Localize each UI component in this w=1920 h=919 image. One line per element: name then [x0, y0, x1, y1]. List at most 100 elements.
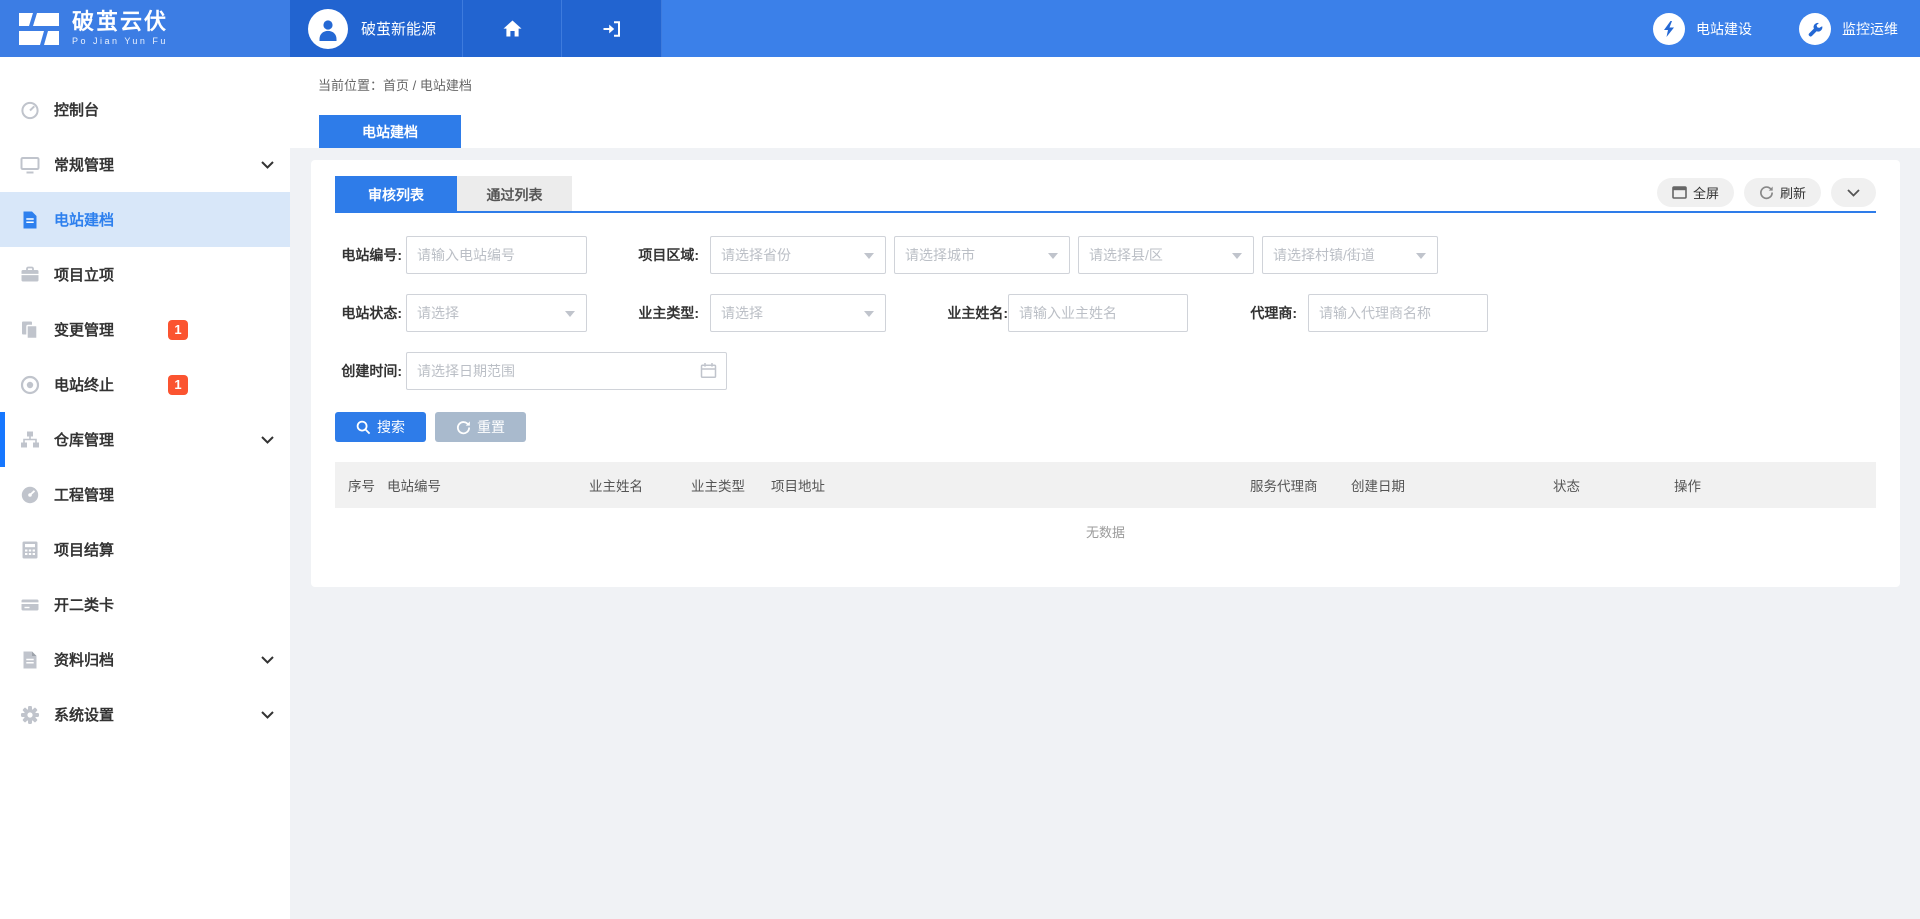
sidebar-item-station-terminate[interactable]: 电站终止 1	[0, 357, 290, 412]
copy-icon	[20, 319, 41, 340]
collapse-button[interactable]	[1831, 178, 1876, 207]
col-index: 序号	[335, 475, 387, 495]
agent-label: 代理商:	[1241, 294, 1297, 332]
province-select[interactable]: 请选择省份	[710, 236, 886, 274]
company-name: 破茧新能源	[361, 18, 436, 39]
monitor-icon	[20, 154, 41, 175]
sidebar-item-dashboard[interactable]: 控制台	[0, 82, 290, 137]
select-caret-icon	[1416, 253, 1426, 259]
county-select-value: 请选择县/区	[1089, 245, 1163, 265]
reset-icon	[456, 420, 471, 435]
tab-passed-list[interactable]: 通过列表	[457, 176, 572, 213]
sidebar-item-label: 系统设置	[54, 704, 114, 725]
search-button-label: 搜索	[377, 417, 405, 437]
col-created-date: 创建日期	[1351, 475, 1553, 495]
chevron-down-icon	[261, 651, 274, 669]
refresh-button[interactable]: 刷新	[1744, 178, 1821, 207]
select-caret-icon	[864, 253, 874, 259]
logout-button[interactable]	[562, 0, 662, 57]
col-service-agent: 服务代理商	[1250, 475, 1351, 495]
breadcrumb-separator: /	[409, 78, 420, 93]
nav-monitor-ops[interactable]: 监控运维	[1799, 13, 1898, 45]
sidebar-item-label: 仓库管理	[54, 429, 114, 450]
fullscreen-icon	[1672, 186, 1687, 199]
sidebar-item-general-mgmt[interactable]: 常规管理	[0, 137, 290, 192]
reset-button[interactable]: 重置	[435, 412, 526, 442]
sidebar-item-data-archive[interactable]: 资料归档	[0, 632, 290, 687]
user-icon	[312, 13, 344, 45]
col-owner-type: 业主类型	[691, 475, 771, 495]
sidebar-item-change-mgmt[interactable]: 变更管理 1	[0, 302, 290, 357]
sidebar-item-station-archive[interactable]: 电站建档	[0, 192, 290, 247]
sidebar-item-engineering-mgmt[interactable]: 工程管理	[0, 467, 290, 522]
wrench-icon	[1799, 13, 1831, 45]
search-icon	[356, 420, 371, 435]
sidebar-item-label: 资料归档	[54, 649, 114, 670]
table-header-row: 序号 电站编号 业主姓名 业主类型 项目地址 服务代理商 创建日期 状态 操作	[335, 462, 1876, 508]
sidebar-item-project-settlement[interactable]: 项目结算	[0, 522, 290, 577]
county-select[interactable]: 请选择县/区	[1078, 236, 1254, 274]
refresh-label: 刷新	[1780, 183, 1806, 202]
notification-badge: 1	[168, 320, 188, 340]
panel-toolbar: 全屏 刷新	[1657, 178, 1876, 207]
lightning-icon	[1653, 13, 1685, 45]
page-tag[interactable]: 电站建档	[319, 115, 461, 148]
sidebar-item-system-settings[interactable]: 系统设置	[0, 687, 290, 742]
breadcrumb-home-link[interactable]: 首页	[383, 78, 409, 93]
avatar[interactable]	[308, 9, 348, 49]
chevron-down-icon	[261, 156, 274, 174]
notification-badge: 1	[168, 375, 188, 395]
sidebar-item-warehouse-mgmt[interactable]: 仓库管理	[0, 412, 290, 467]
province-select-value: 请选择省份	[721, 245, 791, 265]
brand-logo-icon	[16, 10, 62, 48]
sidebar-accent-bar	[0, 412, 5, 467]
date-range-input[interactable]	[406, 352, 727, 390]
fullscreen-label: 全屏	[1693, 183, 1719, 202]
nav-station-build[interactable]: 电站建设	[1653, 13, 1752, 45]
select-caret-icon	[1232, 253, 1242, 259]
fullscreen-button[interactable]: 全屏	[1657, 178, 1734, 207]
sidebar-item-label: 项目立项	[54, 264, 114, 285]
sidebar-item-label: 项目结算	[54, 539, 114, 560]
station-status-select[interactable]: 请选择	[406, 294, 587, 332]
search-button[interactable]: 搜索	[335, 412, 426, 442]
chevron-down-icon	[261, 706, 274, 724]
station-no-input[interactable]	[406, 236, 587, 274]
select-caret-icon	[864, 311, 874, 317]
city-select[interactable]: 请选择城市	[894, 236, 1070, 274]
briefcase-icon	[20, 264, 41, 285]
owner-name-input[interactable]	[1008, 294, 1188, 332]
sitemap-icon	[20, 429, 41, 450]
home-icon	[503, 20, 522, 37]
sidebar-item-label: 电站终止	[54, 374, 114, 395]
select-caret-icon	[1048, 253, 1058, 259]
city-select-value: 请选择城市	[905, 245, 975, 265]
top-header: 破茧云伏 Po Jian Yun Fu 破茧新能源	[0, 0, 1920, 57]
col-actions: 操作	[1674, 475, 1876, 495]
owner-name-label: 业主姓名:	[937, 294, 1008, 332]
agent-input[interactable]	[1308, 294, 1488, 332]
nav-monitor-ops-label: 监控运维	[1842, 19, 1898, 39]
card-icon	[20, 594, 41, 615]
reset-button-label: 重置	[477, 417, 505, 437]
owner-type-select[interactable]: 请选择	[710, 294, 886, 332]
sidebar-item-project-initiation[interactable]: 项目立项	[0, 247, 290, 302]
user-menu[interactable]: 破茧新能源	[290, 0, 463, 57]
town-select[interactable]: 请选择村镇/街道	[1262, 236, 1438, 274]
calculator-icon	[20, 539, 41, 560]
brand-subtitle: Po Jian Yun Fu	[72, 36, 168, 46]
tab-review-list[interactable]: 审核列表	[335, 176, 457, 213]
brand-title: 破茧云伏	[72, 11, 168, 33]
breadcrumb-prefix: 当前位置：	[318, 78, 383, 93]
breadcrumb-strip: 当前位置：首页 / 电站建档 电站建档	[290, 57, 1920, 148]
logout-icon	[602, 20, 621, 38]
main-content: 当前位置：首页 / 电站建档 电站建档 审核列表 通过列表 全屏 刷新 电站编号…	[290, 57, 1920, 919]
station-no-label: 电站编号:	[335, 236, 402, 274]
select-caret-icon	[565, 311, 575, 317]
tab-underline	[335, 211, 1876, 213]
home-button[interactable]	[463, 0, 562, 57]
sidebar-item-open-card[interactable]: 开二类卡	[0, 577, 290, 632]
sidebar: 控制台 常规管理 电站建档 项目立项 变更管理 1 电站终止 1	[0, 57, 290, 919]
owner-type-label: 业主类型:	[611, 294, 699, 332]
sidebar-item-label: 工程管理	[54, 484, 114, 505]
